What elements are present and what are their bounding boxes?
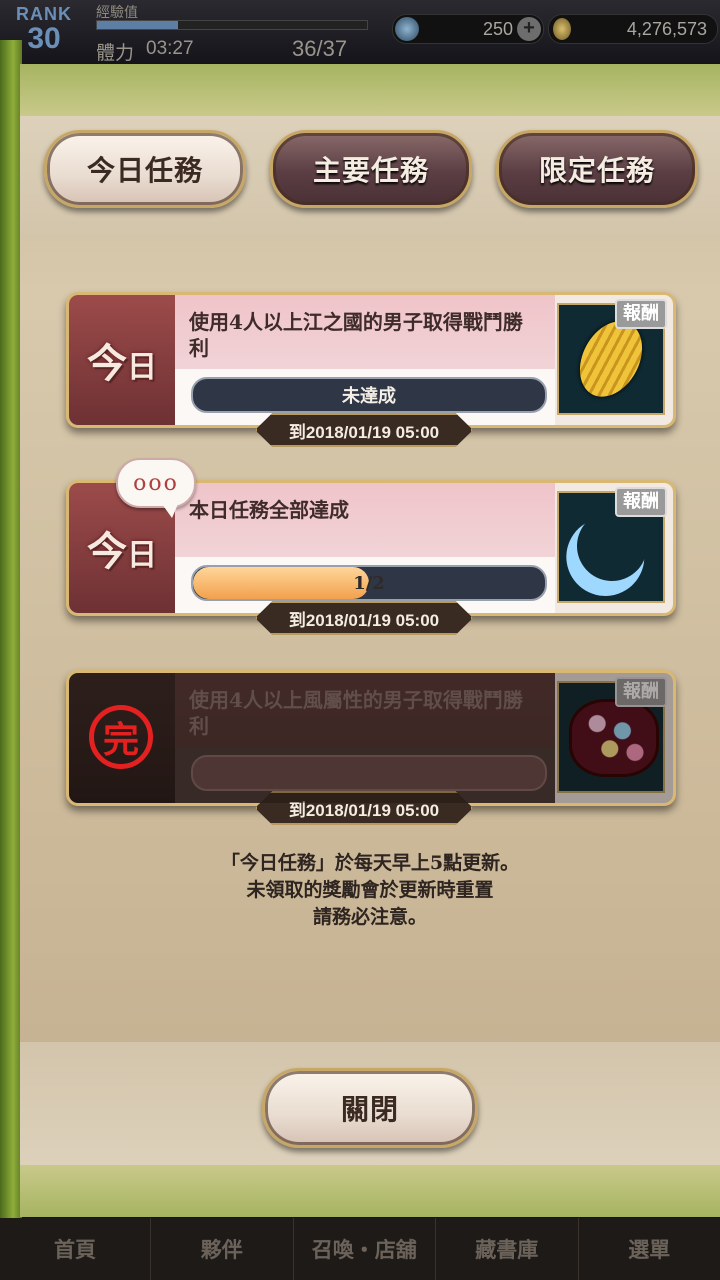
gem-counter: 250 + bbox=[392, 14, 544, 44]
tab-daily-quests[interactable]: 今日任務 bbox=[44, 130, 246, 208]
flower-bundle-icon bbox=[569, 699, 659, 777]
deadline-label: 到2018/01/19 05:00 bbox=[255, 413, 473, 447]
reward-slot[interactable]: 報酬 bbox=[557, 677, 667, 793]
decorative-border-bottom bbox=[20, 1165, 720, 1217]
bottom-nav: 首頁 夥伴 召喚‧店舖 藏書庫 選單 bbox=[0, 1218, 720, 1280]
quest-description: 本日任務全部達成 bbox=[189, 498, 349, 522]
notice-text: 「今日任務」於每天早上5點更新。 未領取的獎勵會於更新時重置 請務必注意。 bbox=[20, 850, 720, 931]
deadline-label: 到2018/01/19 05:00 bbox=[255, 791, 473, 825]
quest-description: 使用4人以上江之國的男子取得戰鬥勝利 bbox=[189, 310, 523, 360]
status-bar: RANK 30 經驗值 體力 03:27 36/37 250 + 4,276,5… bbox=[0, 0, 720, 64]
reward-tag: 報酬 bbox=[615, 487, 667, 517]
reward-tag: 報酬 bbox=[615, 677, 667, 707]
book-spine bbox=[0, 40, 22, 1220]
progress-bar: 1/2 bbox=[191, 565, 547, 601]
progress-bar: 未達成 bbox=[191, 377, 547, 413]
decorative-border-top bbox=[20, 64, 720, 116]
completed-stamp-icon: 完 bbox=[89, 705, 153, 769]
daily-label-char: 日 bbox=[127, 538, 157, 573]
gem-value: 250 bbox=[482, 19, 513, 39]
exp-label: 經驗值 bbox=[96, 5, 138, 21]
progress-bar bbox=[191, 755, 547, 791]
add-gems-button[interactable]: + bbox=[517, 17, 541, 41]
gold-icon bbox=[553, 18, 571, 40]
deadline-label: 到2018/01/19 05:00 bbox=[255, 601, 473, 635]
progress-text: 1/2 bbox=[353, 572, 385, 594]
nav-summon-shop[interactable]: 召喚‧店舖 bbox=[292, 1218, 436, 1280]
notice-line: 未領取的獎勵會於更新時重置 bbox=[246, 879, 494, 901]
daily-label-char: 今 bbox=[87, 528, 127, 575]
tab-main-quests[interactable]: 主要任務 bbox=[270, 130, 472, 208]
daily-label-char: 日 bbox=[127, 350, 157, 385]
stamina-value: 36/37 bbox=[292, 36, 348, 61]
reward-slot[interactable]: 報酬 bbox=[557, 487, 667, 603]
daily-label-char: 今 bbox=[87, 340, 127, 387]
exp-bar bbox=[96, 20, 368, 30]
tab-limited-quests[interactable]: 限定任務 bbox=[496, 130, 698, 208]
notice-line: 請務必注意。 bbox=[312, 906, 427, 928]
gold-counter: 4,276,573 bbox=[548, 14, 718, 44]
quest-card-completed[interactable]: 完 使用4人以上風屬性的男子取得戰鬥勝利 報酬 到2018/01/19 05:0… bbox=[66, 670, 676, 825]
progress-text bbox=[193, 757, 545, 789]
close-button[interactable]: 關閉 bbox=[262, 1068, 478, 1148]
reward-slot[interactable]: 報酬 bbox=[557, 299, 667, 415]
notice-line: 「今日任務」於每天早上5點更新。 bbox=[220, 852, 520, 874]
nav-menu[interactable]: 選單 bbox=[577, 1218, 720, 1280]
stamina-label: 體力 bbox=[96, 42, 135, 64]
reward-tag: 報酬 bbox=[615, 299, 667, 329]
progress-text: 未達成 bbox=[342, 386, 396, 407]
exp-fill bbox=[97, 21, 178, 29]
nav-partners[interactable]: 夥伴 bbox=[150, 1218, 293, 1280]
speech-bubble-icon: ooo bbox=[116, 458, 196, 518]
daily-label: 今日 bbox=[69, 295, 175, 425]
nav-home[interactable]: 首頁 bbox=[0, 1218, 150, 1280]
gem-icon bbox=[395, 17, 419, 41]
gold-value: 4,276,573 bbox=[626, 19, 707, 39]
quest-card[interactable]: 今日 使用4人以上江之國的男子取得戰鬥勝利 未達成 報酬 到2018/01/19… bbox=[66, 292, 676, 447]
nav-library[interactable]: 藏書庫 bbox=[435, 1218, 578, 1280]
stamina-timer: 03:27 bbox=[146, 38, 194, 59]
quest-description: 使用4人以上風屬性的男子取得戰鬥勝利 bbox=[189, 688, 523, 738]
